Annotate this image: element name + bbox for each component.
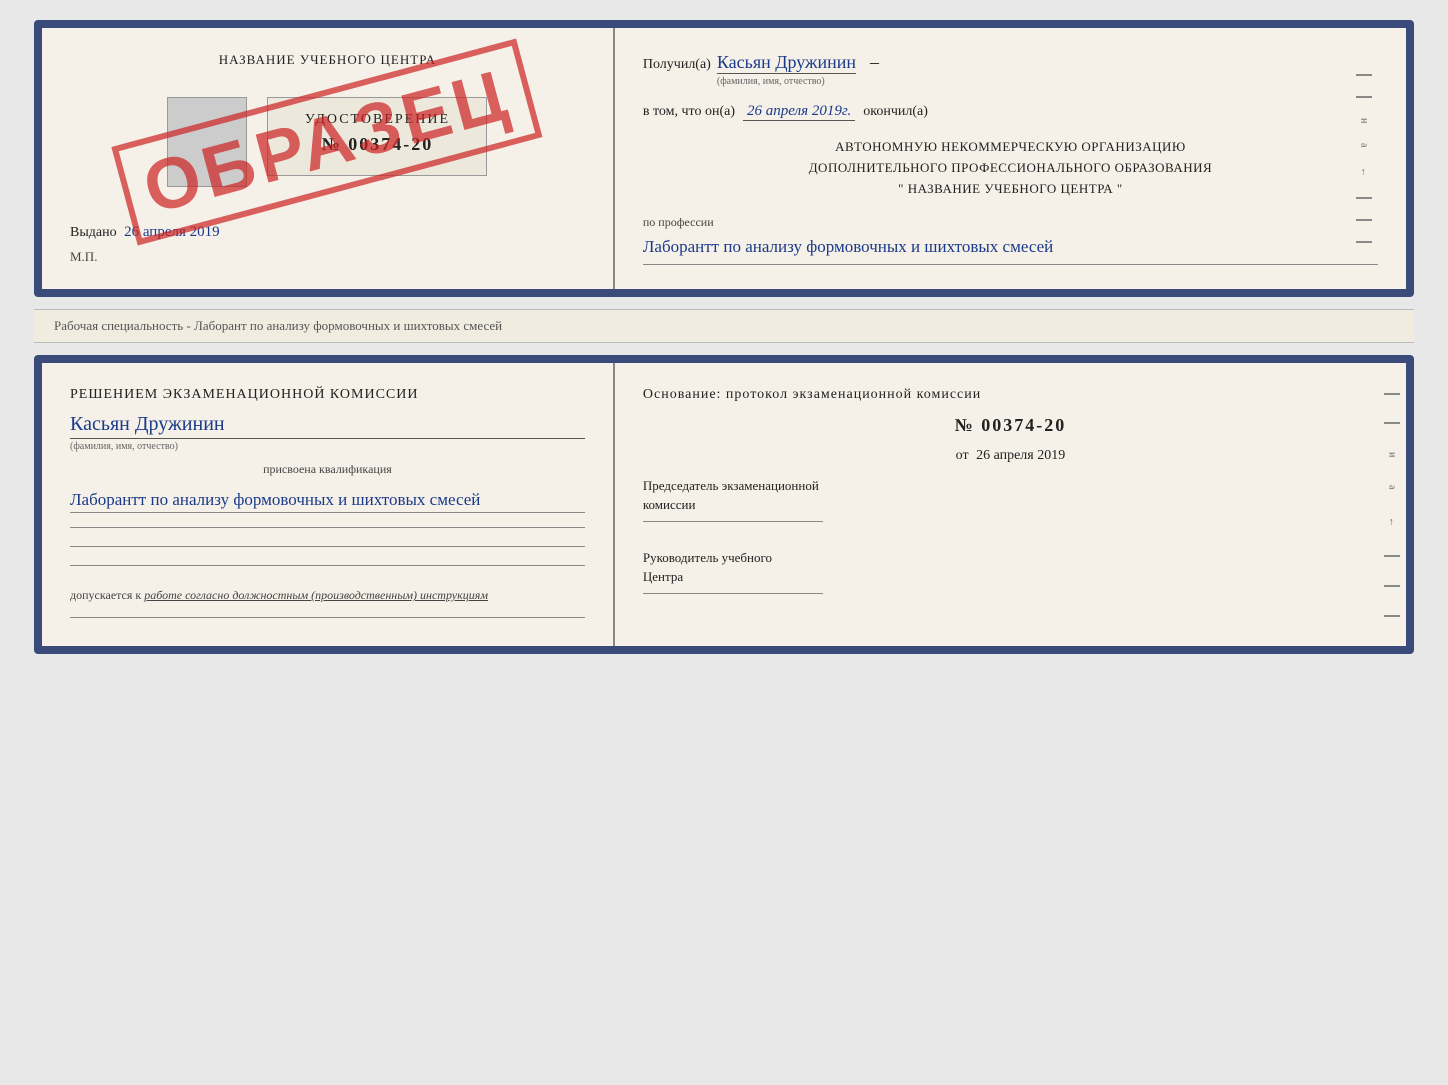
doc1-right-content: Получил(а) Касьян Дружинин (фамилия, имя… — [643, 52, 1378, 265]
vtom-label: в том, что он(а) — [643, 104, 735, 120]
line-sep-3 — [70, 565, 585, 566]
deco-char-б-arrow: ← — [1386, 517, 1397, 527]
deco-dash-b4 — [1384, 585, 1400, 587]
deco-char-arrow: ← — [1358, 167, 1369, 177]
dopuskaetsya-block: допускается к работе согласно должностны… — [70, 588, 585, 603]
line-sep-4 — [70, 617, 585, 618]
doc2-right-content: Основание: протокол экзаменационной коми… — [643, 387, 1378, 600]
deco-dash-1 — [1356, 74, 1372, 76]
vydano-label: Выдано — [70, 225, 117, 240]
dopuskaetsya-val: работе согласно должностным (производств… — [144, 588, 488, 602]
mp-label: М.П. — [70, 249, 585, 265]
vtom-date: 26 апреля 2019г. — [743, 103, 855, 121]
top-document: НАЗВАНИЕ УЧЕБНОГО ЦЕНТРА УДОСТОВЕРЕНИЕ №… — [34, 20, 1414, 297]
deco-dash-3 — [1356, 197, 1372, 199]
rukovoditel-block: Руководитель учебного Центра — [643, 548, 1378, 600]
osnovanie-title: Основание: протокол экзаменационной коми… — [643, 387, 1378, 403]
poluchil-label: Получил(а) — [643, 57, 711, 73]
ot-label: от — [956, 448, 969, 463]
auto-line1: АВТОНОМНУЮ НЕКОММЕРЧЕСКУЮ ОРГАНИЗАЦИЮ — [643, 137, 1378, 158]
prof-val: Лаборантт по анализу формовочных и шихто… — [643, 234, 1378, 265]
name-sub: (фамилия, имя, отчество) — [70, 441, 585, 452]
right-deco-strip-2: и а ← — [1378, 363, 1406, 647]
doc2-left-content: Решением экзаменационной комиссии Касьян… — [70, 387, 585, 623]
poluchil-name: Касьян Дружинин — [717, 52, 856, 74]
line-sep-1 — [70, 527, 585, 528]
okonchil-label: окончил(а) — [863, 104, 928, 120]
vtom-row: в том, что он(а) 26 апреля 2019г. окончи… — [643, 103, 1378, 121]
doc1-right-panel: Получил(а) Касьян Дружинин (фамилия, имя… — [615, 28, 1406, 289]
dopuskaetsya-label: допускается к — [70, 588, 141, 602]
predsedatel-line2: комиссии — [643, 495, 1378, 515]
bottom-document: Решением экзаменационной комиссии Касьян… — [34, 355, 1414, 655]
name-handwritten: Касьян Дружинин — [70, 413, 585, 439]
predsedatel-line1: Председатель экзаменационной — [643, 476, 1378, 496]
right-deco-strip: и а ← — [1350, 52, 1378, 265]
deco-dash-b3 — [1384, 555, 1400, 557]
deco-char-б-и: и — [1386, 452, 1397, 457]
rukovoditel-sig-line — [643, 593, 823, 594]
rukovoditel-line2: Центра — [643, 567, 1378, 587]
deco-dash-b1 — [1384, 393, 1400, 395]
auto-line3: " НАЗВАНИЕ УЧЕБНОГО ЦЕНТРА " — [643, 179, 1378, 200]
auto-block: АВТОНОМНУЮ НЕКОММЕРЧЕСКУЮ ОРГАНИЗАЦИЮ ДО… — [643, 137, 1378, 199]
doc1-left-panel: НАЗВАНИЕ УЧЕБНОГО ЦЕНТРА УДОСТОВЕРЕНИЕ №… — [42, 28, 615, 289]
doc2-right-panel: Основание: протокол экзаменационной коми… — [615, 363, 1406, 647]
deco-dash-b5 — [1384, 615, 1400, 617]
poluchil-row: Получил(а) Касьян Дружинин (фамилия, имя… — [643, 52, 1378, 87]
prof-label: по профессии — [643, 215, 1378, 230]
deco-char-а: а — [1358, 143, 1369, 147]
deco-dash-4 — [1356, 219, 1372, 221]
poluchil-sub: (фамилия, имя, отчество) — [717, 76, 825, 87]
obrazets-stamp: ОБРАЗЕЦ — [112, 38, 543, 245]
resheniem-title: Решением экзаменационной комиссии — [70, 387, 585, 403]
doc2-left-panel: Решением экзаменационной комиссии Касьян… — [42, 363, 615, 647]
deco-char-и: и — [1358, 118, 1369, 123]
deco-dash-5 — [1356, 241, 1372, 243]
kval-handwritten: Лаборантт по анализу формовочных и шихто… — [70, 487, 585, 514]
ot-date-row: от 26 апреля 2019 — [643, 448, 1378, 464]
predsedatel-block: Председатель экзаменационной комиссии — [643, 476, 1378, 528]
prisvoena-label: присвоена квалификация — [70, 462, 585, 477]
deco-dash-b2 — [1384, 422, 1400, 424]
protocol-number: № 00374-20 — [643, 415, 1378, 436]
name-block: Касьян Дружинин (фамилия, имя, отчество) — [70, 413, 585, 452]
line-sep-2 — [70, 546, 585, 547]
deco-dash-2 — [1356, 96, 1372, 98]
spacer-text: Рабочая специальность - Лаборант по анал… — [54, 318, 502, 333]
stamp-area: УДОСТОВЕРЕНИЕ № 00374-20 ОБРАЗЕЦ — [70, 76, 585, 208]
poluchil-dash: – — [870, 52, 879, 73]
ot-date: 26 апреля 2019 — [976, 448, 1065, 463]
spacer-row: Рабочая специальность - Лаборант по анал… — [34, 309, 1414, 343]
prof-block: по профессии Лаборантт по анализу формов… — [643, 215, 1378, 265]
auto-line2: ДОПОЛНИТЕЛЬНОГО ПРОФЕССИОНАЛЬНОГО ОБРАЗО… — [643, 158, 1378, 179]
predsedatel-sig-line — [643, 521, 823, 522]
rukovoditel-line1: Руководитель учебного — [643, 548, 1378, 568]
deco-char-б-а: а — [1386, 485, 1397, 489]
